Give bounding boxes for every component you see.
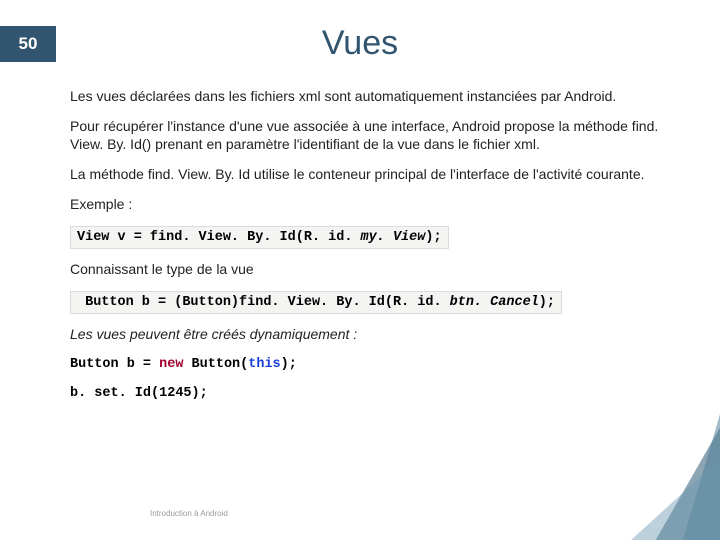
code2-ital: btn. Cancel bbox=[450, 295, 539, 310]
code1-ital: my. View bbox=[361, 230, 426, 245]
code1-post: ); bbox=[425, 230, 441, 245]
code3-mid: Button( bbox=[183, 357, 248, 372]
paragraph-2: Pour récupérer l'instance d'une vue asso… bbox=[70, 118, 680, 154]
code-snippet-3: Button b = new Button(this); bbox=[70, 356, 680, 373]
code3-this: this bbox=[248, 357, 280, 372]
code3-pre: Button b = bbox=[70, 357, 159, 372]
code2-pre: Button b = (Button)find. View. By. Id(R.… bbox=[77, 295, 450, 310]
paragraph-1: Les vues déclarées dans les fichiers xml… bbox=[70, 88, 680, 106]
slide-title: Vues bbox=[0, 24, 720, 63]
code3-new: new bbox=[159, 357, 183, 372]
knowing-type-label: Connaissant le type de la vue bbox=[70, 261, 680, 279]
footer-text: Introduction à Android bbox=[150, 509, 228, 518]
code2-post: ); bbox=[539, 295, 555, 310]
code1-pre: View v = find. View. By. Id(R. id. bbox=[77, 230, 361, 245]
slide-content: Les vues déclarées dans les fichiers xml… bbox=[70, 88, 680, 414]
code-snippet-2: Button b = (Button)find. View. By. Id(R.… bbox=[70, 291, 562, 314]
code-snippet-4: b. set. Id(1245); bbox=[70, 385, 680, 402]
example-label: Exemple : bbox=[70, 196, 680, 214]
code-snippet-1: View v = find. View. By. Id(R. id. my. V… bbox=[70, 226, 449, 249]
paragraph-3: La méthode find. View. By. Id utilise le… bbox=[70, 166, 680, 184]
dynamic-views-label: Les vues peuvent être créés dynamiquemen… bbox=[70, 326, 680, 344]
code3-post: ); bbox=[281, 357, 297, 372]
